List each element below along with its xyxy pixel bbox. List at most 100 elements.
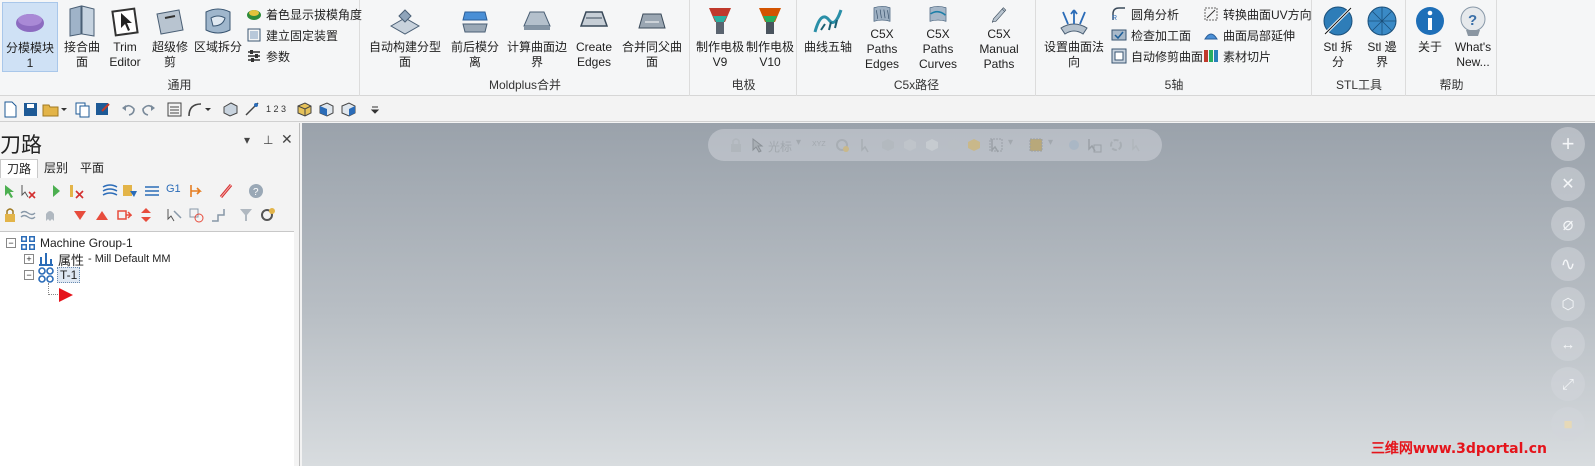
open-folder-icon[interactable]	[42, 101, 59, 118]
collapse-icon[interactable]: −	[6, 238, 16, 248]
collapse-icon[interactable]: −	[24, 270, 34, 280]
box-button[interactable]: ■	[1551, 407, 1585, 441]
mold-split-button[interactable]: 分模模块1	[2, 2, 58, 72]
view-cube-side-icon[interactable]	[340, 101, 357, 118]
refresh-icon[interactable]	[1108, 137, 1124, 153]
select-check-icon[interactable]	[1086, 137, 1102, 153]
region-split-button[interactable]: 区域拆分	[194, 2, 242, 72]
copy-toolpath-icon[interactable]	[188, 207, 204, 223]
mask-icon[interactable]	[1028, 137, 1044, 153]
check-machining-button[interactable]: 检查加工面	[1111, 25, 1191, 45]
tab-toolpaths[interactable]: 刀路	[0, 159, 39, 178]
fixture-button[interactable]: 建立固定装置	[246, 25, 338, 45]
cursor-icon[interactable]	[750, 137, 766, 153]
paths-curves-button[interactable]: C5X Paths Curves	[910, 2, 966, 72]
undo-icon[interactable]	[120, 101, 137, 118]
xyz-label[interactable]: XYZ	[812, 141, 826, 148]
regenerate-dirty-icon[interactable]	[68, 183, 84, 199]
front-back-split-button[interactable]: 前后模分离	[447, 2, 503, 72]
post-output-icon[interactable]	[188, 183, 204, 199]
merge-parent-button[interactable]: 合并同父曲面	[617, 2, 687, 72]
dropdown-arrow-icon[interactable]	[204, 101, 212, 118]
toggle-display-icon[interactable]	[20, 207, 36, 223]
solid-select-icon[interactable]	[880, 137, 896, 153]
insert-arrow-icon[interactable]	[58, 287, 74, 303]
save-icon[interactable]	[22, 101, 39, 118]
edge-select-icon[interactable]	[924, 137, 940, 153]
g1-post-button[interactable]: G1	[166, 183, 184, 199]
axis-button[interactable]: ✕	[1551, 167, 1585, 201]
move-down-icon[interactable]	[72, 207, 88, 223]
verify-select-icon[interactable]	[1066, 137, 1082, 153]
dropdown-arrow-icon[interactable]: ▾	[1048, 137, 1053, 148]
set-normal-button[interactable]: 设置曲面法向	[1041, 2, 1107, 72]
ghost-icon[interactable]	[42, 207, 58, 223]
backplot-icon[interactable]	[102, 183, 118, 199]
layers-icon[interactable]	[166, 101, 183, 118]
add-button[interactable]: +	[1551, 127, 1585, 161]
material-slice-button[interactable]: 素材切片	[1203, 46, 1271, 66]
close-icon[interactable]: ✕	[281, 131, 293, 148]
body-select-icon[interactable]	[946, 137, 962, 153]
highspeed-icon[interactable]	[218, 183, 234, 199]
color-draft-button[interactable]: 着色显示拔模角度	[246, 4, 362, 24]
view-cube-front-icon[interactable]	[318, 101, 335, 118]
solid-icon[interactable]	[222, 101, 239, 118]
select-arrow-icon[interactable]	[858, 137, 874, 153]
simulate-icon[interactable]	[144, 183, 160, 199]
trim-tool-icon[interactable]	[244, 101, 261, 118]
tab-planes[interactable]: 平面	[74, 159, 110, 178]
dropdown-arrow-icon[interactable]: ▾	[796, 137, 801, 148]
lock-icon[interactable]	[2, 207, 18, 223]
window-select-icon[interactable]	[988, 137, 1004, 153]
dimension-button[interactable]: ⤢	[1551, 367, 1585, 401]
fillet-analysis-button[interactable]: R 圆角分析	[1111, 4, 1179, 24]
tab-levels[interactable]: 层别	[38, 159, 74, 178]
stl-boundary-button[interactable]: Stl 邊界	[1361, 2, 1403, 72]
panel-menu-icon[interactable]: ▾	[244, 133, 250, 147]
expand-icon[interactable]: +	[24, 254, 34, 264]
create-edges-button[interactable]: Create Edges	[573, 2, 615, 72]
deselect-icon[interactable]	[20, 183, 36, 199]
transform-icon[interactable]	[210, 207, 226, 223]
customize-toolbar-icon[interactable]	[370, 101, 380, 118]
whats-new-button[interactable]: ? What's New...	[1451, 2, 1495, 72]
counter-label[interactable]: 1 2 3	[266, 101, 290, 118]
settings-icon[interactable]	[260, 207, 276, 223]
dropdown-arrow-icon[interactable]: ▾	[1008, 137, 1013, 148]
copy-icon[interactable]	[74, 101, 91, 118]
verify-icon[interactable]	[122, 183, 138, 199]
auto-parting-button[interactable]: 自动构建分型面	[365, 2, 445, 72]
super-trim-button[interactable]: 超级修剪	[147, 2, 193, 72]
select-toolpath-icon[interactable]	[166, 207, 182, 223]
paths-edges-button[interactable]: C5X Paths Edges	[854, 2, 910, 72]
manual-paths-button[interactable]: C5X Manual Paths	[966, 2, 1032, 72]
measure-button[interactable]: ↔	[1551, 327, 1585, 361]
electrode-v9-button[interactable]: 制作电极 V9	[695, 2, 745, 72]
cube-button[interactable]: ⬡	[1551, 287, 1585, 321]
convert-uv-button[interactable]: 转换曲面UV方向	[1203, 4, 1312, 24]
params-button[interactable]: 参数	[246, 46, 290, 66]
stl-split-button[interactable]: Stl 拆分	[1317, 2, 1359, 72]
expand-collapse-icon[interactable]	[138, 207, 154, 223]
arc-icon[interactable]	[186, 101, 203, 118]
pin-icon[interactable]: ⊥	[263, 133, 273, 147]
graphics-viewport[interactable]: 光标 ▾ XYZ ▾ ▾ + ✕ ⌀ ∿ ⬡ ↔ ⤢ ■ 三维网www.3dpo…	[302, 123, 1595, 466]
color-select-icon[interactable]	[966, 137, 982, 153]
join-surfaces-button[interactable]: 接合曲面	[60, 2, 104, 72]
filter-icon[interactable]	[238, 207, 254, 223]
auto-trim-button[interactable]: 自动修剪曲面	[1111, 46, 1203, 66]
new-file-icon[interactable]	[2, 101, 19, 118]
trim-editor-button[interactable]: Trim Editor	[104, 2, 146, 72]
insert-arrow-icon[interactable]	[116, 207, 132, 223]
local-extend-button[interactable]: 曲面局部延伸	[1203, 25, 1295, 45]
lock-icon[interactable]	[728, 137, 744, 153]
diameter-button[interactable]: ⌀	[1551, 207, 1585, 241]
dropdown-arrow-icon[interactable]	[60, 101, 68, 118]
face-select-icon[interactable]	[902, 137, 918, 153]
curve-5axis-button[interactable]: 曲线五轴	[802, 2, 854, 72]
move-up-icon[interactable]	[94, 207, 110, 223]
about-button[interactable]: 关于	[1411, 2, 1449, 72]
calc-boundary-button[interactable]: 计算曲面边界	[504, 2, 570, 72]
electrode-v10-button[interactable]: 制作电极 V10	[745, 2, 795, 72]
